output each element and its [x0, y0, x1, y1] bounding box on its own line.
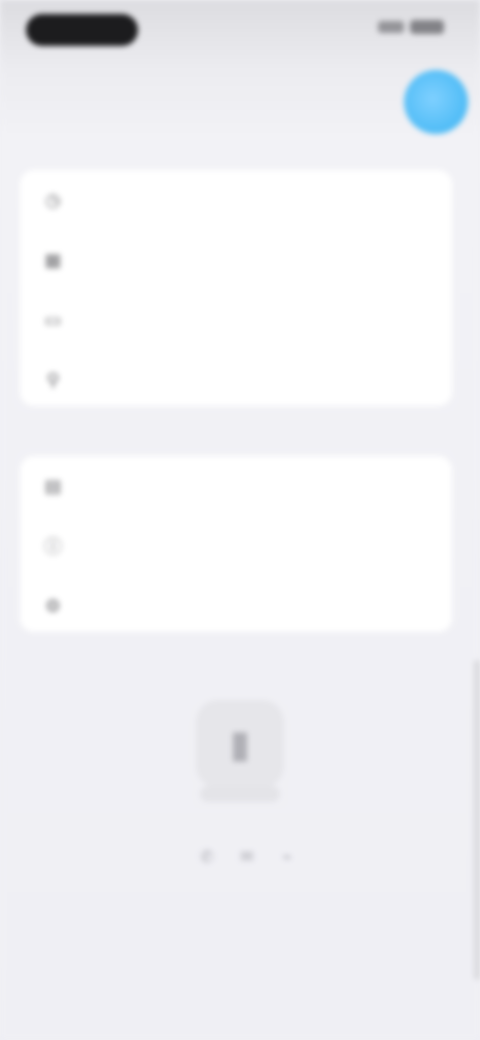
footer-links: ✆ ✉ ⌁	[0, 842, 480, 872]
scrollbar[interactable]	[474, 660, 480, 980]
logo-glyph: ▮	[229, 723, 251, 766]
menu-item[interactable]: ◷	[20, 170, 452, 230]
menu-card-more: ▤ ⓘ ⚙	[20, 456, 452, 632]
menu-card-main: ◷ ▦ ▭ ⚲	[20, 170, 452, 406]
app-logo-icon: ▮	[196, 700, 284, 788]
document-icon: ▤	[44, 475, 62, 496]
menu-item[interactable]: ▤	[20, 456, 452, 516]
clock-icon: ◷	[45, 189, 61, 210]
menu-item[interactable]: ⚙	[20, 576, 452, 636]
share-icon[interactable]: ✆	[194, 844, 220, 870]
grid-icon: ▦	[44, 249, 62, 270]
signal-icon	[378, 21, 404, 33]
link-icon[interactable]: ⌁	[274, 844, 300, 870]
menu-item[interactable]: ▭	[20, 290, 452, 350]
status-indicators	[378, 20, 444, 34]
status-time-pill	[26, 14, 138, 46]
battery-icon	[410, 20, 444, 34]
nav-bar	[0, 70, 480, 140]
avatar[interactable]	[404, 70, 468, 134]
user-icon: ⚲	[46, 369, 60, 390]
app-screen: ◷ ▦ ▭ ⚲ ▤ ⓘ ⚙ ▮ ✆ ✉ ⌁	[0, 0, 480, 1040]
message-icon[interactable]: ✉	[234, 844, 260, 870]
info-icon: ⓘ	[44, 537, 62, 557]
logo-caption-placeholder	[200, 786, 280, 802]
status-time	[26, 14, 138, 46]
avatar-initial	[404, 70, 468, 134]
bookmark-icon: ▭	[44, 309, 62, 330]
status-bar	[0, 0, 480, 60]
menu-item[interactable]: ⚲	[20, 350, 452, 410]
menu-item[interactable]: ▦	[20, 230, 452, 290]
menu-item[interactable]: ⓘ	[20, 516, 452, 576]
settings-icon: ⚙	[44, 595, 62, 616]
